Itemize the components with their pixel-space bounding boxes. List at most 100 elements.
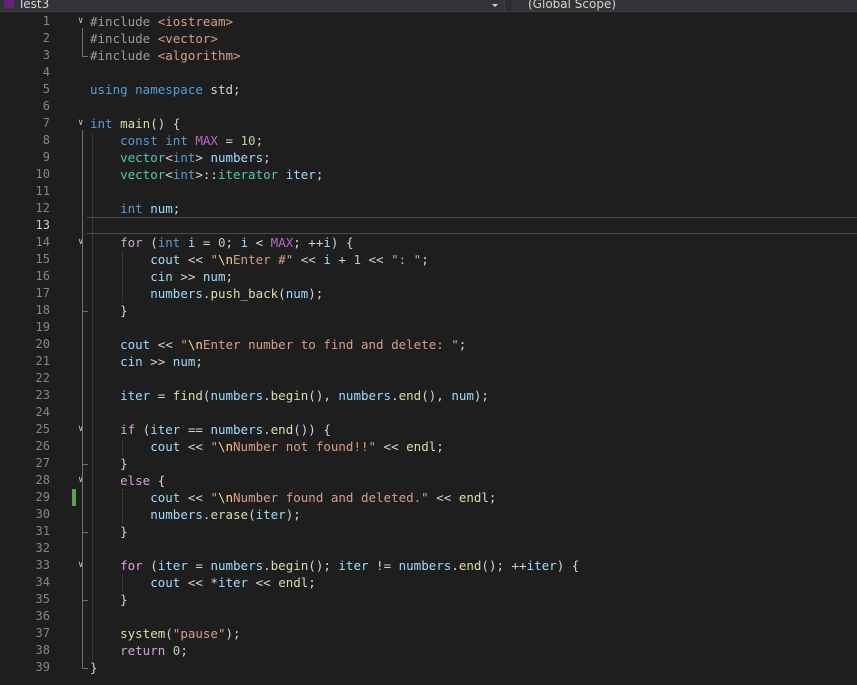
code-token: ; xyxy=(195,354,203,369)
code-token: main xyxy=(120,116,151,131)
outline-bracket-end xyxy=(82,599,88,601)
chevron-down-icon[interactable] xyxy=(492,4,498,7)
code-line[interactable]: int main() { xyxy=(90,115,180,132)
code-line[interactable]: const int MAX = 10; xyxy=(90,132,263,149)
code-token: . xyxy=(263,422,271,437)
code-token: (), xyxy=(308,388,339,403)
code-line[interactable]: } xyxy=(90,302,128,319)
code-token: << xyxy=(428,490,459,505)
code-token: cin xyxy=(150,269,173,284)
code-token: << xyxy=(361,252,392,267)
code-token: << xyxy=(248,575,279,590)
code-line[interactable]: cout << "\nNumber not found!!" << endl; xyxy=(90,438,444,455)
cpp-project-icon xyxy=(4,0,14,8)
outline-bracket-end xyxy=(82,55,88,57)
code-token: cout xyxy=(150,490,181,505)
code-token: ( xyxy=(248,507,256,522)
code-token: >:: xyxy=(195,167,218,182)
code-line[interactable]: cout << "\nEnter number to find and dele… xyxy=(90,336,466,353)
code-token: << xyxy=(376,439,407,454)
scope-dropdown[interactable]: (Global Scope) xyxy=(512,0,857,11)
code-token: "pause" xyxy=(172,626,226,641)
code-line[interactable]: int num; xyxy=(90,200,180,217)
code-token: ; xyxy=(421,252,429,267)
code-line[interactable]: } xyxy=(90,455,128,472)
project-dropdown[interactable]: Test3 xyxy=(0,0,505,11)
code-token: <iostream> xyxy=(157,14,233,29)
indent-guide xyxy=(122,489,124,523)
code-token: num xyxy=(150,201,173,216)
code-token: cin xyxy=(120,354,143,369)
code-token: } xyxy=(90,592,128,607)
code-line[interactable]: cout << "\nEnter #" << i + 1 << ": "; xyxy=(90,251,429,268)
line-number: 2 xyxy=(42,31,50,45)
code-token: namespace xyxy=(135,82,211,97)
code-line[interactable]: cin >> num; xyxy=(90,353,203,370)
code-token: 1 xyxy=(353,252,361,267)
code-token: for xyxy=(120,558,151,573)
line-number: 28 xyxy=(35,473,50,487)
code-editor[interactable]: 1 ∨ #include <iostream> 2 #include <vector> 3… xyxy=(0,13,857,685)
line-number: 27 xyxy=(35,456,50,470)
code-token: Enter number to find and delete: " xyxy=(202,337,459,352)
code-line[interactable]: else { xyxy=(90,472,165,489)
line-number: 20 xyxy=(35,337,50,351)
line-number: 13 xyxy=(35,218,50,232)
code-token: = xyxy=(150,388,173,403)
code-line[interactable]: numbers.push_back(num); xyxy=(90,285,323,302)
code-line[interactable]: #include <iostream> xyxy=(90,13,233,30)
outline-bracket-end xyxy=(82,463,88,465)
code-token: ; xyxy=(225,269,234,284)
code-line[interactable]: } xyxy=(90,659,98,676)
code-token: <vector> xyxy=(157,31,218,46)
code-token: num xyxy=(202,269,226,284)
code-line[interactable]: cout << "\nNumber found and deleted." <<… xyxy=(90,489,496,506)
code-token: cout xyxy=(150,252,181,267)
line-number: 19 xyxy=(35,320,50,334)
code-token: #include xyxy=(90,14,158,29)
code-token: () { xyxy=(150,116,181,131)
code-line[interactable]: vector<int>::iterator iter; xyxy=(90,166,323,183)
code-line[interactable]: #include <vector> xyxy=(90,30,218,47)
code-token: using xyxy=(90,82,136,97)
code-line[interactable]: iter = find(numbers.begin(), numbers.end… xyxy=(90,387,489,404)
code-token: ; xyxy=(308,575,316,590)
code-token: << xyxy=(180,490,211,505)
code-token: ); xyxy=(285,507,301,522)
code-token: ; xyxy=(458,337,467,352)
line-number: 38 xyxy=(35,643,50,657)
code-line[interactable]: cin >> num; xyxy=(90,268,233,285)
code-line[interactable]: cout << *iter << endl; xyxy=(90,574,316,591)
code-token: ( xyxy=(150,558,158,573)
code-token: < xyxy=(165,150,173,165)
code-line[interactable]: vector<int> numbers; xyxy=(90,149,271,166)
code-line[interactable]: for (iter = numbers.begin(); iter != num… xyxy=(90,557,579,574)
line-number: 15 xyxy=(35,252,50,266)
outline-bracket-end xyxy=(82,531,88,533)
project-dropdown-label: Test3 xyxy=(18,0,50,11)
code-line[interactable]: return 0; xyxy=(90,642,188,659)
code-token: std; xyxy=(210,82,241,97)
code-line[interactable]: if (iter == numbers.end()) { xyxy=(90,421,331,438)
code-line[interactable]: system("pause"); xyxy=(90,625,241,642)
code-token: ": " xyxy=(391,252,422,267)
line-number: 25 xyxy=(35,422,50,436)
code-token: ); xyxy=(225,626,241,641)
code-token: Enter #" xyxy=(233,252,294,267)
code-token: ; xyxy=(263,150,271,165)
code-line[interactable]: #include <algorithm> xyxy=(90,47,241,64)
change-indicator xyxy=(72,489,76,506)
code-line[interactable]: using namespace std; xyxy=(90,81,241,98)
code-line[interactable]: } xyxy=(90,523,128,540)
code-token: cout xyxy=(150,575,181,590)
code-line[interactable]: } xyxy=(90,591,128,608)
code-token: ; xyxy=(180,643,188,658)
code-line[interactable]: for (int i = 0; i < MAX; ++i) { xyxy=(90,234,353,251)
